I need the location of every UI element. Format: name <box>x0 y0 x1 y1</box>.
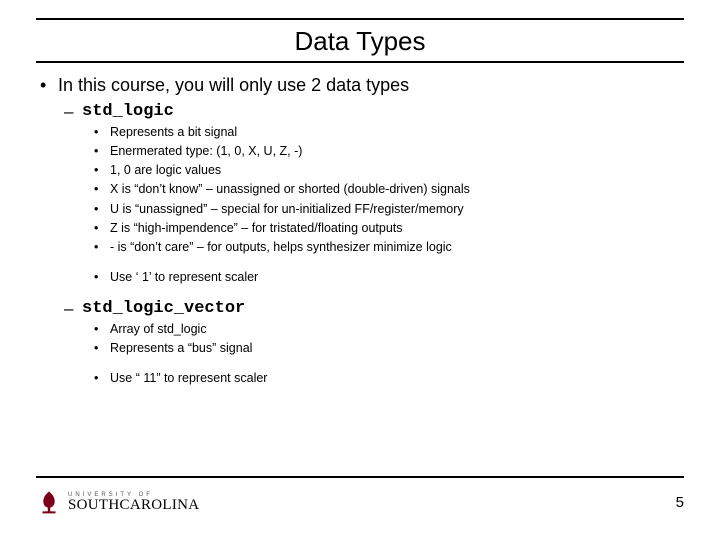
list-item: Array of std_logic <box>36 320 684 338</box>
list-item: U is “unassigned” – special for un-initi… <box>36 200 684 218</box>
type-std-logic: std_logic <box>36 102 684 121</box>
logo-big-2: CAROLINA <box>120 497 200 513</box>
list-item: Represents a bit signal <box>36 123 684 141</box>
list-item: X is “don’t know” – unassigned or shorte… <box>36 180 684 198</box>
footer: UNIVERSITY OF SOUTHCAROLINA 5 <box>36 476 684 522</box>
list-item: - is “don’t care” – for outputs, helps s… <box>36 238 684 256</box>
page-title: Data Types <box>36 20 684 61</box>
logo-big-1: SOUTH <box>68 497 120 513</box>
list-item: Enermerated type: (1, 0, X, U, Z, -) <box>36 142 684 160</box>
bullet-l1: In this course, you will only use 2 data… <box>36 75 684 96</box>
footer-rule <box>36 476 684 478</box>
content-body: In this course, you will only use 2 data… <box>36 63 684 387</box>
list-item: Represents a “bus” signal <box>36 339 684 357</box>
list-item: Z is “high-impendence” – for tristated/f… <box>36 219 684 237</box>
page-number: 5 <box>676 494 684 511</box>
list-item: Use ‘ 1’ to represent scaler <box>36 268 684 286</box>
university-logo: UNIVERSITY OF SOUTHCAROLINA <box>36 489 199 515</box>
tree-icon <box>36 489 62 515</box>
list-item: Use “ 11” to represent scaler <box>36 369 684 387</box>
list-item: 1, 0 are logic values <box>36 161 684 179</box>
type-std-logic-vector: std_logic_vector <box>36 299 684 318</box>
